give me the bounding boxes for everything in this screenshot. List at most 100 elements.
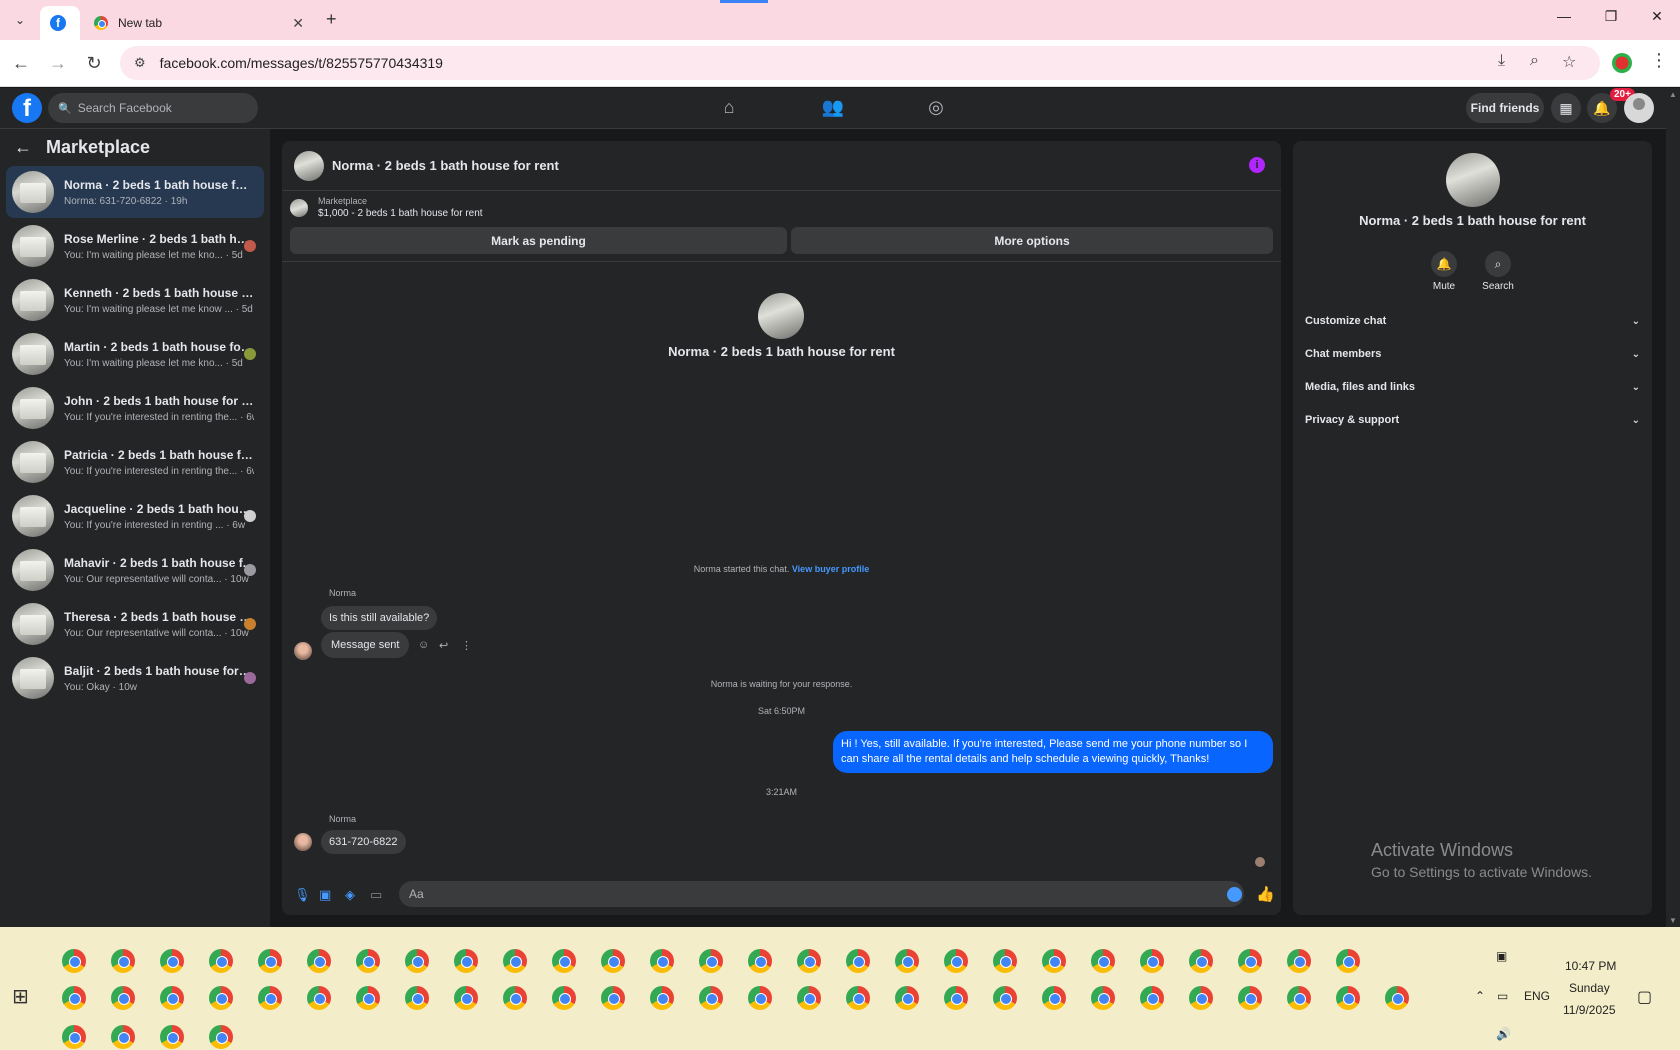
taskbar-app-icon[interactable]	[1091, 986, 1115, 1010]
account-avatar[interactable]	[1624, 93, 1654, 123]
profile-icon[interactable]	[1612, 53, 1632, 73]
taskbar-app-icon[interactable]	[601, 986, 625, 1010]
conversation-item[interactable]: Patricia · 2 beds 1 bath house for r... Y…	[6, 436, 264, 488]
marketplace-listing[interactable]: Marketplace $1,000 - 2 beds 1 bath house…	[290, 196, 483, 219]
tab-facebook[interactable]: f	[40, 6, 80, 40]
taskbar-app-icon[interactable]	[601, 949, 625, 973]
chat-avatar[interactable]	[294, 150, 324, 181]
taskbar-app-icon[interactable]	[111, 1025, 135, 1049]
taskbar-app-icon[interactable]	[307, 986, 331, 1010]
menu-grid-icon[interactable]: ▦	[1551, 93, 1581, 123]
meet-now-icon[interactable]: ▣	[1496, 949, 1507, 963]
media-files-links-section[interactable]: Media, files and links ⌄	[1305, 375, 1640, 399]
taskbar-app-icon[interactable]	[62, 949, 86, 973]
browser-menu-icon[interactable]: ⋮	[1650, 50, 1668, 71]
page-scrollbar[interactable]: ▲ ▼	[1666, 88, 1680, 927]
taskbar-app-icon[interactable]	[1042, 986, 1066, 1010]
taskbar-app-icon[interactable]	[846, 949, 870, 973]
sender-avatar[interactable]	[294, 833, 312, 851]
photo-icon[interactable]: ▣	[319, 887, 331, 903]
taskbar-app-icon[interactable]	[748, 949, 772, 973]
taskbar-app-icon[interactable]	[1287, 949, 1311, 973]
taskbar-app-icon[interactable]	[160, 986, 184, 1010]
taskbar-app-icon[interactable]	[62, 986, 86, 1010]
sticker-icon[interactable]: ◈	[345, 887, 355, 903]
taskbar-app-icon[interactable]	[993, 949, 1017, 973]
taskbar-app-icon[interactable]	[503, 986, 527, 1010]
taskbar-app-icon[interactable]	[944, 949, 968, 973]
groups-icon[interactable]: ◎	[924, 97, 948, 121]
incoming-message[interactable]: Message sent	[321, 632, 410, 658]
mark-as-pending-button[interactable]: Mark as pending	[290, 227, 787, 254]
more-options-button[interactable]: More options	[791, 227, 1273, 254]
bookmark-star-icon[interactable]: ☆	[1562, 52, 1576, 72]
reload-icon[interactable]: ↻	[83, 52, 105, 74]
new-tab-button[interactable]: +	[326, 9, 337, 30]
network-icon[interactable]: ▭	[1497, 989, 1508, 1003]
scroll-down-icon[interactable]: ▼	[1669, 916, 1677, 925]
taskbar-app-icon[interactable]	[1140, 986, 1164, 1010]
taskbar-app-icon[interactable]	[1189, 986, 1213, 1010]
mute-button[interactable]: 🔔 Mute	[1419, 251, 1469, 292]
more-icon[interactable]: ⋮	[461, 639, 472, 652]
url-text[interactable]: facebook.com/messages/t/825575770434319	[160, 55, 443, 71]
taskbar-app-icon[interactable]	[797, 986, 821, 1010]
taskbar-app-icon[interactable]	[699, 949, 723, 973]
taskbar-app-icon[interactable]	[1287, 986, 1311, 1010]
message-input[interactable]: Aa	[399, 881, 1244, 907]
volume-icon[interactable]: 🔊	[1496, 1027, 1511, 1041]
zoom-icon[interactable]: ⌕	[1530, 52, 1539, 70]
taskbar-app-icon[interactable]	[699, 986, 723, 1010]
conversation-item[interactable]: Kenneth · 2 beds 1 bath house for ... You…	[6, 274, 264, 326]
forward-icon[interactable]: →	[47, 52, 69, 74]
emoji-icon[interactable]	[1227, 887, 1242, 902]
privacy-support-section[interactable]: Privacy & support ⌄	[1305, 408, 1640, 432]
taskbar-app-icon[interactable]	[1385, 986, 1409, 1010]
taskbar-app-icon[interactable]	[405, 949, 429, 973]
taskbar-app-icon[interactable]	[993, 986, 1017, 1010]
minimize-icon[interactable]: —	[1549, 8, 1579, 24]
taskbar-app-icon[interactable]	[111, 949, 135, 973]
taskbar-app-icon[interactable]	[209, 949, 233, 973]
tab-new-tab[interactable]: New tab ✕	[84, 6, 314, 40]
taskbar-app-icon[interactable]	[895, 986, 919, 1010]
taskbar-app-icon[interactable]	[748, 986, 772, 1010]
friends-icon[interactable]: 👥	[821, 97, 845, 121]
taskbar-app-icon[interactable]	[356, 949, 380, 973]
conversation-item[interactable]: Theresa · 2 beds 1 bath house fo... You: …	[6, 598, 264, 650]
taskbar-app-icon[interactable]	[258, 949, 282, 973]
taskbar-app-icon[interactable]	[405, 986, 429, 1010]
taskbar-app-icon[interactable]	[895, 949, 919, 973]
scroll-up-icon[interactable]: ▲	[1669, 90, 1677, 99]
view-buyer-profile-link[interactable]: View buyer profile	[792, 564, 869, 574]
taskbar-app-icon[interactable]	[160, 1025, 184, 1049]
taskbar-app-icon[interactable]	[650, 986, 674, 1010]
taskbar-app-icon[interactable]	[650, 949, 674, 973]
incoming-message[interactable]: Is this still available?	[321, 606, 438, 630]
notification-center-icon[interactable]: ▢	[1637, 987, 1652, 1007]
customize-chat-section[interactable]: Customize chat ⌄	[1305, 309, 1640, 333]
taskbar-app-icon[interactable]	[356, 986, 380, 1010]
clock-date[interactable]: 11/9/2025	[1563, 1003, 1616, 1017]
conversation-item[interactable]: Baljit · 2 beds 1 bath house for r... You…	[6, 652, 264, 704]
back-arrow-icon[interactable]: ←	[14, 137, 32, 158]
taskbar-app-icon[interactable]	[797, 949, 821, 973]
home-icon[interactable]: ⌂	[717, 97, 741, 121]
taskbar-app-icon[interactable]	[111, 986, 135, 1010]
taskbar-app-icon[interactable]	[209, 986, 233, 1010]
conversation-item[interactable]: John · 2 beds 1 bath house for rent You: …	[6, 382, 264, 434]
taskbar-app-icon[interactable]	[160, 949, 184, 973]
taskbar-app-icon[interactable]	[1238, 986, 1262, 1010]
conversation-item[interactable]: Jacqueline · 2 beds 1 bath house... You: …	[6, 490, 264, 542]
taskbar-app-icon[interactable]	[1238, 949, 1262, 973]
chat-title[interactable]: Norma · 2 beds 1 bath house for rent	[332, 158, 559, 173]
taskbar-app-icon[interactable]	[1140, 949, 1164, 973]
taskbar-app-icon[interactable]	[846, 986, 870, 1010]
react-icon[interactable]: ☺	[418, 639, 429, 651]
info-icon[interactable]: i	[1249, 157, 1265, 173]
taskbar-app-icon[interactable]	[454, 986, 478, 1010]
taskbar-app-icon[interactable]	[552, 986, 576, 1010]
conversation-item[interactable]: Rose Merline · 2 beds 1 bath ho... You: I…	[6, 220, 264, 272]
close-tab-icon[interactable]: ✕	[292, 15, 304, 32]
close-window-icon[interactable]: ✕	[1642, 8, 1672, 25]
